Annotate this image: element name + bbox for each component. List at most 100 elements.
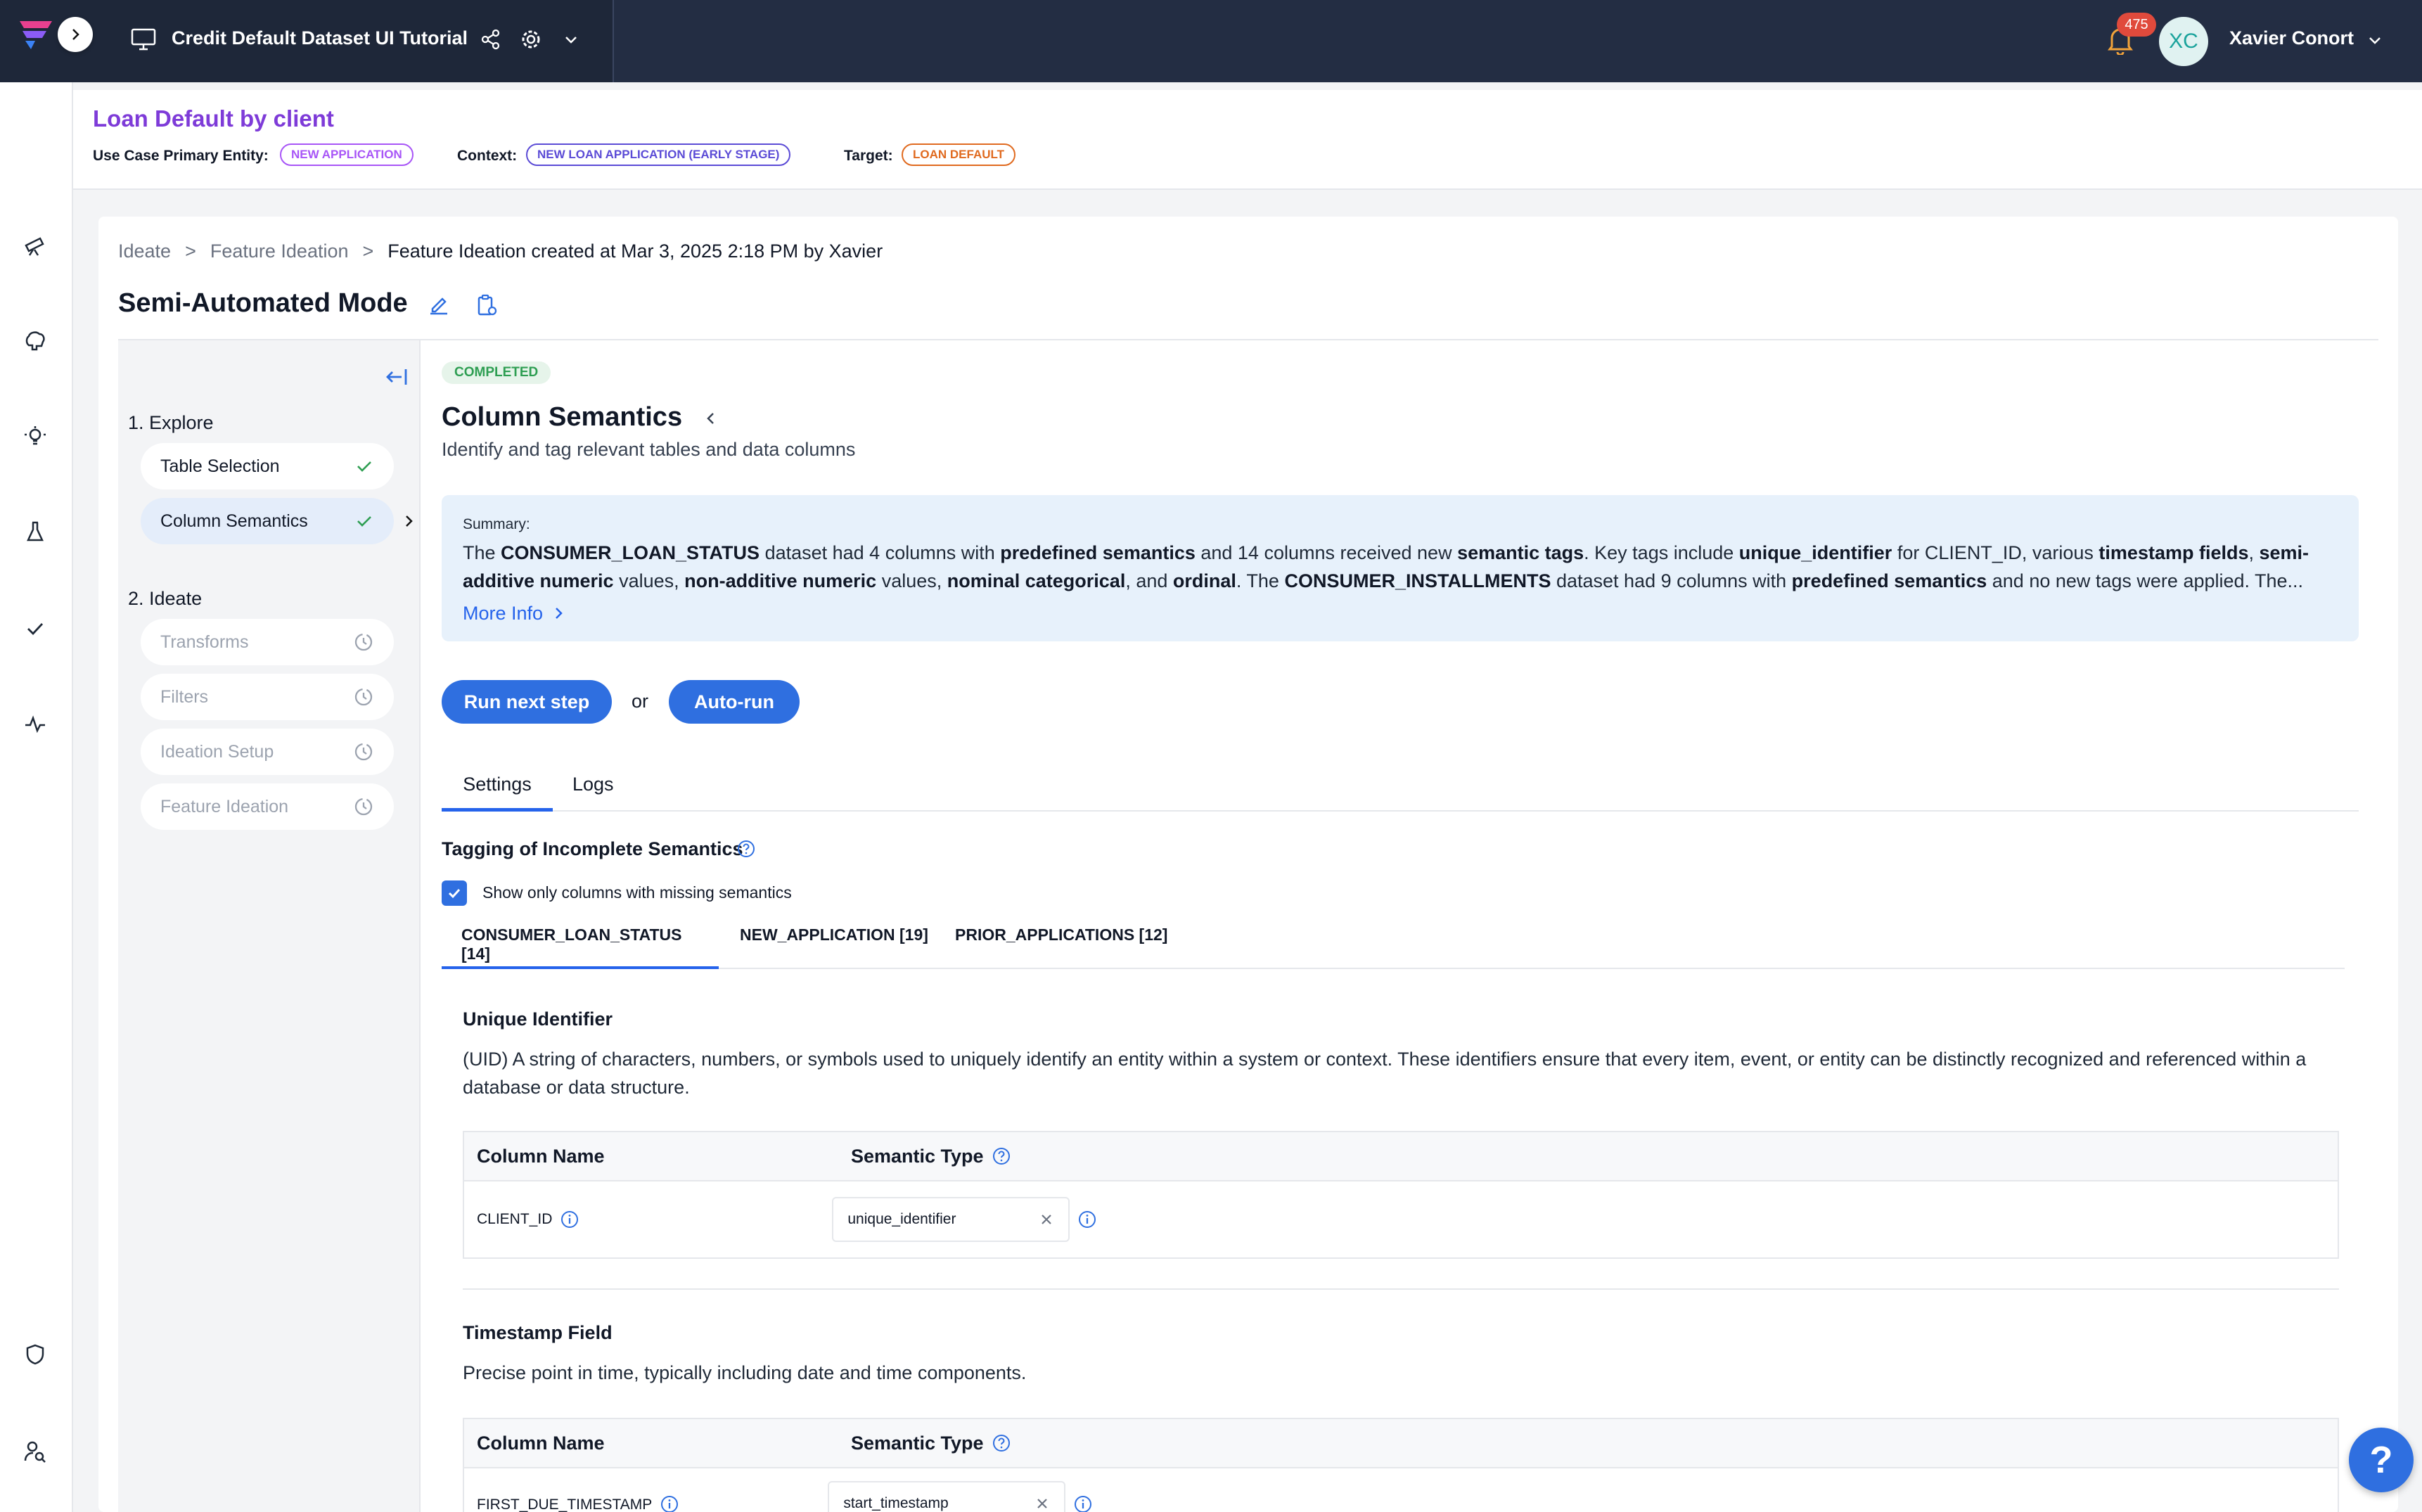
telescope-icon[interactable] <box>20 229 51 260</box>
tab-settings[interactable]: Settings <box>442 774 553 812</box>
column-name-header: Column Name <box>477 1145 605 1167</box>
summary-text-bold: CONSUMER_INSTALLMENTS <box>1284 570 1551 591</box>
step-feature-ideation[interactable]: Feature Ideation <box>141 783 394 830</box>
summary-text-bold: unique_identifier <box>1738 542 1892 563</box>
missing-semantics-checkbox[interactable] <box>442 880 467 906</box>
check-icon <box>357 461 371 472</box>
breadcrumb-separator: > <box>185 241 196 262</box>
auto-run-button[interactable]: Auto-run <box>669 680 800 724</box>
breadcrumb-feature-ideation[interactable]: Feature Ideation <box>210 241 349 262</box>
summary-text-bold: ordinal <box>1172 570 1236 591</box>
semantics-table: Column Name Semantic Type CLIENT_ID uniq… <box>463 1131 2339 1259</box>
expand-sidebar-button[interactable] <box>58 17 93 52</box>
tab-prior-applications[interactable]: PRIOR_APPLICATIONS [12] <box>935 925 1187 969</box>
checkbox-label: Show only columns with missing semantics <box>482 883 792 902</box>
summary-text-bold: semantic tags <box>1457 542 1584 563</box>
step-ideation-setup[interactable]: Ideation Setup <box>141 729 394 775</box>
semantic-type-value: start_timestamp <box>843 1495 949 1511</box>
semantic-type-select[interactable]: start_timestamp <box>828 1481 1066 1512</box>
ideate-section-label: 2. Ideate <box>128 588 203 609</box>
summary-text-bold: nominal categorical <box>947 570 1126 591</box>
summary-text-part: The <box>463 542 501 563</box>
semantics-table: Column Name Semantic Type FIRST_DUE_TIME… <box>463 1418 2339 1512</box>
avatar[interactable]: XC <box>2159 17 2208 66</box>
pending-clock-icon <box>354 633 373 651</box>
summary-box: Summary: The CONSUMER_LOAN_STATUS datase… <box>442 495 2359 641</box>
breadcrumb-ideate[interactable]: Ideate <box>118 241 171 262</box>
chevron-right-icon <box>556 608 563 619</box>
step-label: Filters <box>160 686 209 707</box>
summary-text-part: . The <box>1236 570 1285 591</box>
table-row: FIRST_DUE_TIMESTAMP start_timestamp <box>464 1468 2338 1512</box>
semantic-type-header: Semantic Type <box>851 1145 984 1167</box>
tab-logs[interactable]: Logs <box>572 774 614 812</box>
help-circle-icon[interactable] <box>992 1147 1011 1165</box>
clear-icon[interactable] <box>1034 1496 1050 1511</box>
summary-label: Summary: <box>463 516 530 532</box>
brain-icon[interactable] <box>20 325 51 356</box>
clear-icon[interactable] <box>1039 1212 1054 1227</box>
tab-new-application[interactable]: NEW_APPLICATION [19] <box>720 925 948 969</box>
semantic-type-value: unique_identifier <box>847 1211 956 1227</box>
semantic-type-select[interactable]: unique_identifier <box>832 1197 1070 1242</box>
summary-text-part: , <box>2248 542 2260 563</box>
target-label: Target: <box>844 148 893 164</box>
activity-icon[interactable] <box>20 709 51 740</box>
target-pill: LOAN DEFAULT <box>902 143 1016 166</box>
column-name: CLIENT_ID <box>477 1211 553 1227</box>
checkmark-icon <box>448 888 461 899</box>
step-table-selection[interactable]: Table Selection <box>141 443 394 489</box>
info-icon[interactable] <box>660 1495 679 1512</box>
summary-text-bold: timestamp fields <box>2099 542 2249 563</box>
run-next-step-button[interactable]: Run next step <box>442 680 612 724</box>
user-name[interactable]: Xavier Conort <box>2229 27 2354 49</box>
shield-icon[interactable] <box>20 1339 51 1370</box>
tagging-section-title: Tagging of Incomplete Semantics <box>442 838 743 859</box>
info-icon[interactable] <box>560 1210 579 1229</box>
gear-icon[interactable] <box>518 27 544 52</box>
flask-icon[interactable] <box>20 516 51 547</box>
step-label: Column Semantics <box>160 511 308 531</box>
column-name-header: Column Name <box>477 1432 605 1454</box>
summary-text-part: values, <box>876 570 947 591</box>
group-title: Unique Identifier <box>463 1008 613 1030</box>
collapse-panel-icon[interactable] <box>383 364 411 390</box>
check-icon[interactable] <box>20 613 51 644</box>
info-icon[interactable] <box>1074 1495 1092 1512</box>
use-case-title[interactable]: Loan Default by client <box>93 105 334 132</box>
summary-text-bold: CONSUMER_LOAN_STATUS <box>501 542 760 563</box>
step-column-semantics[interactable]: Column Semantics <box>141 498 394 544</box>
context-pill: NEW LOAN APPLICATION (EARLY STAGE) <box>526 143 791 166</box>
tab-consumer-loan-status[interactable]: CONSUMER_LOAN_STATUS [14] <box>442 925 719 969</box>
help-circle-icon[interactable] <box>736 838 757 859</box>
summary-text-part: values, <box>613 570 685 591</box>
summary-text-part: , and <box>1125 570 1173 591</box>
user-search-icon[interactable] <box>20 1436 51 1467</box>
entity-pill: NEW APPLICATION <box>280 143 414 166</box>
chevron-left-icon[interactable] <box>700 408 722 429</box>
divider <box>463 1288 2339 1290</box>
context-label: Context: <box>457 148 518 164</box>
edit-icon[interactable] <box>425 291 453 319</box>
step-filters[interactable]: Filters <box>141 674 394 720</box>
step-transforms[interactable]: Transforms <box>141 619 394 665</box>
section-title: Column Semantics <box>442 402 683 432</box>
more-info-link[interactable]: More Info <box>463 599 2338 627</box>
group-title: Timestamp Field <box>463 1322 613 1343</box>
user-menu-chevron-icon[interactable] <box>2363 28 2387 52</box>
main-tabs <box>442 774 2359 812</box>
table-header: Column Name Semantic Type <box>464 1132 2338 1181</box>
clipboard-settings-icon[interactable] <box>473 291 501 319</box>
lightbulb-icon[interactable] <box>20 421 51 451</box>
info-icon[interactable] <box>1078 1210 1096 1229</box>
summary-text-part: and 14 columns received new <box>1195 542 1458 563</box>
share-icon[interactable] <box>478 27 504 52</box>
app-logo[interactable] <box>15 18 55 52</box>
chevron-down-icon[interactable] <box>560 28 582 51</box>
step-label: Transforms <box>160 632 249 652</box>
summary-text: The CONSUMER_LOAN_STATUS dataset had 4 c… <box>463 539 2338 595</box>
pending-clock-icon <box>354 743 373 761</box>
help-button[interactable]: ? <box>2349 1428 2414 1492</box>
group-description: (UID) A string of characters, numbers, o… <box>463 1049 2307 1098</box>
help-circle-icon[interactable] <box>992 1434 1011 1452</box>
